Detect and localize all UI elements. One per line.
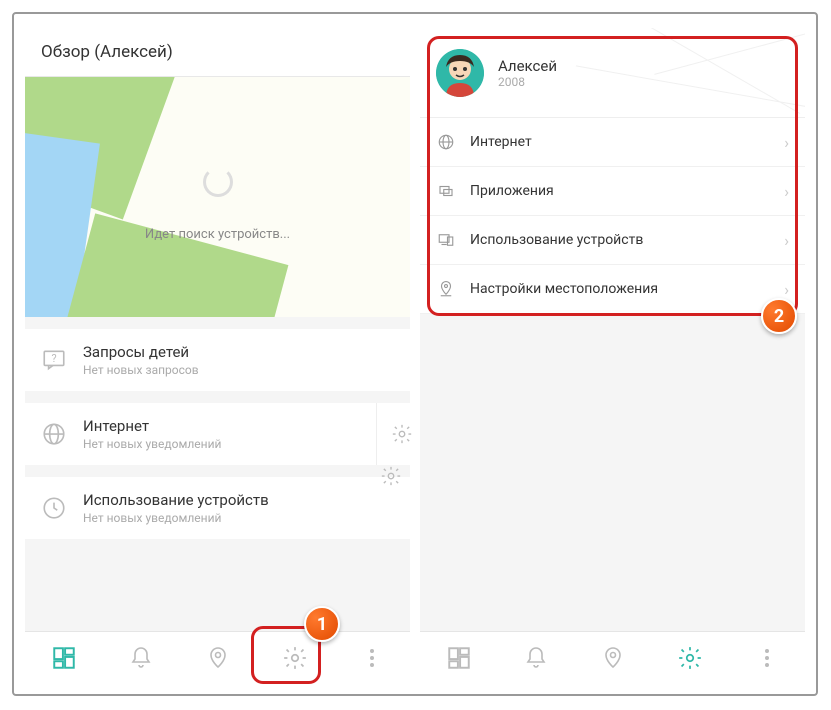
item-label: Приложения [470,183,770,199]
nav-settings[interactable] [281,644,309,672]
chevron-right-icon: › [784,280,789,299]
clock-icon [41,495,67,521]
settings-screen: Алексей 2008 Интернет › Приложения › Исп… [420,28,805,683]
globe-icon [436,132,456,152]
nav-location[interactable] [599,644,627,672]
card-title: Использование устройств [83,491,394,509]
nav-more[interactable] [358,644,386,672]
chevron-right-icon: › [784,133,789,152]
more-icon [370,649,374,667]
globe-icon [41,421,67,447]
apps-icon [436,181,456,201]
profile-name: Алексей [498,57,557,75]
overview-screen: Обзор (Алексей) Идет поиск устройств... … [25,28,410,683]
gear-icon [677,645,703,671]
devices-card[interactable]: Использование устройств Нет новых уведом… [25,477,410,539]
avatar [436,49,484,97]
item-label: Использование устройств [470,232,770,248]
chat-question-icon: ? [41,347,67,373]
pin-icon [601,646,625,670]
callout-badge-2: 2 [761,298,797,334]
dashboard-icon [51,645,77,671]
bell-icon [524,646,548,670]
settings-item-apps[interactable]: Приложения › [420,167,805,216]
settings-list: Интернет › Приложения › Использование ус… [420,118,805,314]
svg-text:?: ? [51,352,56,365]
nav-dashboard[interactable] [445,644,473,672]
bell-icon [129,646,153,670]
profile-header[interactable]: Алексей 2008 [420,28,805,118]
chevron-right-icon: › [784,182,789,201]
devices-icon [436,230,456,250]
chevron-right-icon: › [784,231,789,250]
location-icon [436,279,456,299]
item-label: Интернет [470,134,770,150]
card-subtitle: Нет новых уведомлений [83,511,394,525]
settings-item-devices[interactable]: Использование устройств › [420,216,805,265]
item-label: Настройки местоположения [470,281,770,297]
requests-card[interactable]: ? Запросы детей Нет новых запросов [25,329,410,391]
nav-more[interactable] [753,644,781,672]
card-title: Интернет [83,417,360,435]
map-preview[interactable]: Идет поиск устройств... [25,77,410,317]
bottom-nav [420,631,805,683]
more-icon [765,649,769,667]
gear-icon [282,645,308,671]
card-subtitle: Нет новых запросов [83,363,394,377]
pin-icon [206,646,230,670]
bottom-nav [25,631,410,683]
card-subtitle: Нет новых уведомлений [83,437,360,451]
profile-year: 2008 [498,75,557,89]
nav-alerts[interactable] [127,644,155,672]
loading-spinner [203,167,233,197]
nav-settings[interactable] [676,644,704,672]
internet-settings-button[interactable] [376,403,426,465]
internet-card[interactable]: Интернет Нет новых уведомлений [25,403,410,465]
settings-item-internet[interactable]: Интернет › [420,118,805,167]
card-title: Запросы детей [83,343,394,361]
nav-dashboard[interactable] [50,644,78,672]
nav-location[interactable] [204,644,232,672]
map-status-text: Идет поиск устройств... [25,227,410,242]
gear-icon [380,465,402,491]
gear-icon [391,423,413,445]
page-title: Обзор (Алексей) [25,28,410,77]
callout-badge-1: 1 [304,606,340,642]
nav-alerts[interactable] [522,644,550,672]
dashboard-icon [446,645,472,671]
settings-item-location[interactable]: Настройки местоположения › [420,265,805,314]
